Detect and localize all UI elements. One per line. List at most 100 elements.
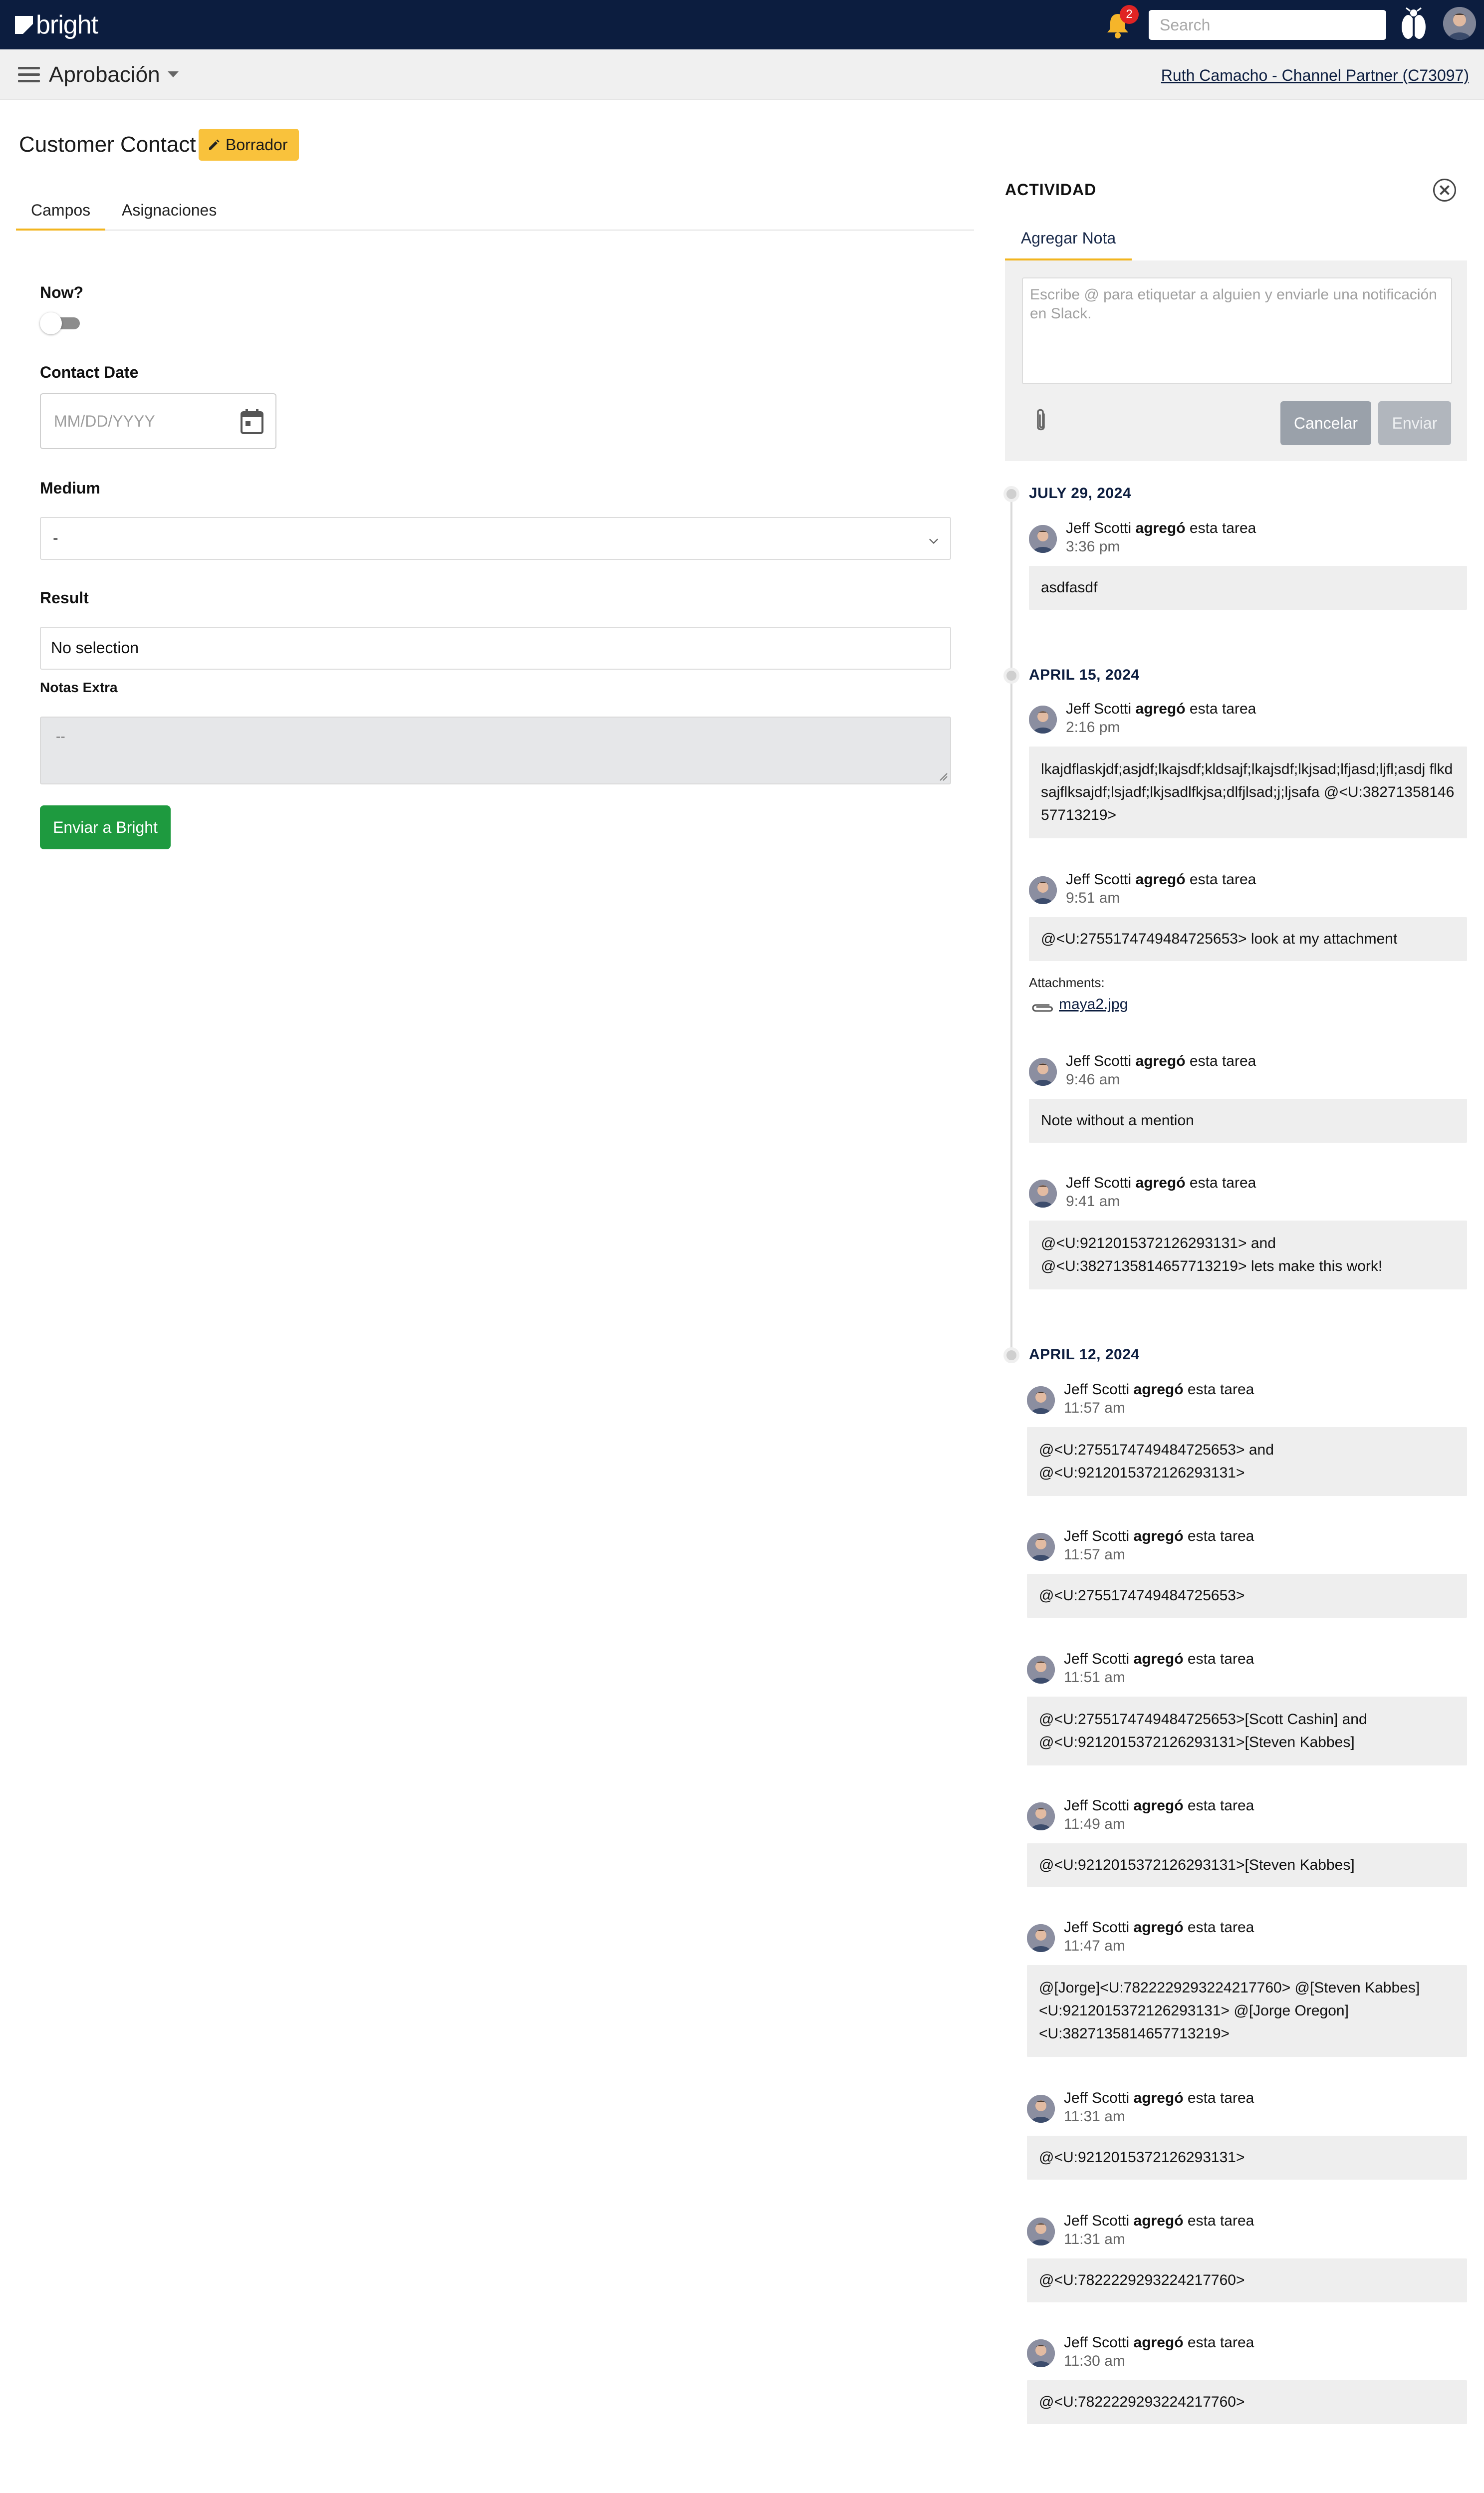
bug-report-icon[interactable] (1396, 7, 1431, 42)
entry-suffix: esta tarea (1187, 2334, 1254, 2351)
entry-action: agregó (1133, 2334, 1184, 2351)
entry-body: @<U:2755174749484725653>[Scott Cashin] a… (1027, 1697, 1467, 1765)
entry-author[interactable]: Jeff Scotti (1066, 871, 1131, 888)
entry-body: @<U:9212015372126293131>[Steven Kabbes] (1027, 1843, 1467, 1887)
entry-header: Jeff Scotti agregó esta tarea (1064, 2089, 1254, 2108)
author-avatar (1027, 1533, 1055, 1561)
chevron-down-icon (929, 535, 938, 544)
now-label: Now? (40, 283, 84, 301)
note-input[interactable] (1022, 277, 1452, 384)
attachments-label: Attachments: (1029, 975, 1105, 990)
cancel-button[interactable]: Cancelar (1280, 401, 1371, 445)
menu-icon[interactable] (18, 67, 40, 83)
contact-date-input[interactable]: MM/DD/YYYY (40, 393, 276, 449)
calendar-icon[interactable] (240, 408, 264, 435)
entry-author[interactable]: Jeff Scotti (1064, 2090, 1129, 2106)
tab-add-note[interactable]: Agregar Nota (1005, 222, 1132, 260)
entry-time: 9:51 am (1066, 890, 1120, 906)
brand-logo[interactable]: bright (15, 11, 98, 39)
entry-author[interactable]: Jeff Scotti (1064, 2213, 1129, 2229)
paperclip-icon[interactable] (1031, 407, 1051, 435)
close-icon[interactable] (1433, 179, 1456, 202)
entry-header: Jeff Scotti agregó esta tarea (1064, 1380, 1254, 1399)
entry-header: Jeff Scotti agregó esta tarea (1066, 1174, 1256, 1193)
entry-author[interactable]: Jeff Scotti (1064, 2334, 1129, 2351)
entry-body: @<U:7822229293224217760> (1027, 2258, 1467, 2302)
entry-action: agregó (1133, 1528, 1184, 1544)
now-toggle[interactable] (40, 312, 81, 334)
page-title[interactable]: Aprobación (49, 61, 160, 88)
entry-header: Jeff Scotti agregó esta tarea (1064, 1918, 1254, 1937)
entry-suffix: esta tarea (1187, 1381, 1254, 1398)
partner-link[interactable]: Ruth Camacho - Channel Partner (C73097) (1161, 65, 1469, 85)
entry-author[interactable]: Jeff Scotti (1066, 1053, 1131, 1069)
entry-header: Jeff Scotti agregó esta tarea (1066, 519, 1256, 538)
entry-author[interactable]: Jeff Scotti (1064, 1651, 1129, 1667)
entry-action: agregó (1135, 1053, 1186, 1069)
entry-action: agregó (1135, 871, 1186, 888)
entry-author[interactable]: Jeff Scotti (1064, 1919, 1129, 1936)
entry-action: agregó (1133, 1381, 1184, 1398)
medium-value: - (53, 529, 58, 547)
entry-time: 11:30 am (1064, 2353, 1125, 2369)
entry-action: agregó (1133, 2213, 1184, 2229)
entry-author[interactable]: Jeff Scotti (1064, 1797, 1129, 1814)
brand-name: bright (36, 10, 98, 39)
form-title: Customer Contact (19, 132, 196, 157)
entry-author[interactable]: Jeff Scotti (1066, 520, 1131, 536)
entry-suffix: esta tarea (1189, 1175, 1256, 1191)
result-select[interactable]: No selection (40, 627, 951, 670)
timeline-date: APRIL 12, 2024 (1029, 1346, 1140, 1363)
tab-asignaciones[interactable]: Asignaciones (107, 190, 232, 231)
entry-header: Jeff Scotti agregó esta tarea (1064, 1796, 1254, 1815)
search-input[interactable] (1149, 10, 1386, 40)
entry-author[interactable]: Jeff Scotti (1066, 1175, 1131, 1191)
user-avatar[interactable] (1443, 7, 1476, 40)
author-avatar (1027, 1924, 1055, 1952)
extra-notes-textarea[interactable] (40, 717, 951, 784)
send-to-bright-button[interactable]: Enviar a Bright (40, 805, 171, 849)
medium-label: Medium (40, 479, 100, 497)
result-value: No selection (51, 639, 139, 657)
entry-header: Jeff Scotti agregó esta tarea (1064, 1650, 1254, 1669)
author-avatar (1027, 1656, 1055, 1684)
timeline-dot (1003, 668, 1019, 684)
entry-author[interactable]: Jeff Scotti (1064, 1381, 1129, 1398)
resize-handle-icon[interactable] (938, 771, 948, 781)
entry-time: 11:31 am (1064, 2108, 1125, 2125)
entry-action: agregó (1133, 2090, 1184, 2106)
entry-time: 3:36 pm (1066, 538, 1120, 555)
entry-author[interactable]: Jeff Scotti (1064, 1528, 1129, 1544)
tab-campos[interactable]: Campos (16, 190, 106, 231)
medium-select[interactable]: - (40, 517, 951, 560)
add-note-panel: Cancelar Enviar (1005, 260, 1467, 461)
entry-author[interactable]: Jeff Scotti (1066, 701, 1131, 717)
author-avatar (1029, 876, 1057, 904)
toggle-knob (40, 312, 62, 334)
entry-time: 11:57 am (1064, 1400, 1125, 1416)
author-avatar (1027, 1802, 1055, 1830)
page-header-bar: Aprobación Ruth Camacho - Channel Partne… (0, 49, 1484, 100)
entry-time: 9:41 am (1066, 1193, 1120, 1210)
author-avatar (1029, 1180, 1057, 1208)
entry-body: @<U:2755174749484725653> (1027, 1574, 1467, 1618)
entry-time: 11:51 am (1064, 1669, 1125, 1686)
entry-suffix: esta tarea (1187, 1528, 1254, 1544)
entry-time: 11:57 am (1064, 1546, 1125, 1563)
entry-body: @<U:9212015372126293131> and @<U:3827135… (1029, 1221, 1467, 1289)
entry-suffix: esta tarea (1189, 701, 1256, 717)
extra-notes-label: Notas Extra (40, 680, 118, 695)
timeline-date: JULY 29, 2024 (1029, 485, 1132, 501)
entry-suffix: esta tarea (1189, 520, 1256, 536)
chevron-down-icon[interactable] (168, 71, 179, 77)
entry-body: Note without a mention (1029, 1099, 1467, 1143)
entry-action: agregó (1133, 1651, 1184, 1667)
entry-body: @<U:2755174749484725653> look at my atta… (1029, 917, 1467, 961)
entry-time: 9:46 am (1066, 1071, 1120, 1088)
author-avatar (1029, 525, 1057, 553)
entry-time: 11:47 am (1064, 1938, 1125, 1954)
paperclip-icon (1032, 1004, 1053, 1012)
send-note-button[interactable]: Enviar (1378, 401, 1451, 445)
attachment-link[interactable]: maya2.jpg (1059, 996, 1128, 1013)
entry-header: Jeff Scotti agregó esta tarea (1064, 1527, 1254, 1546)
